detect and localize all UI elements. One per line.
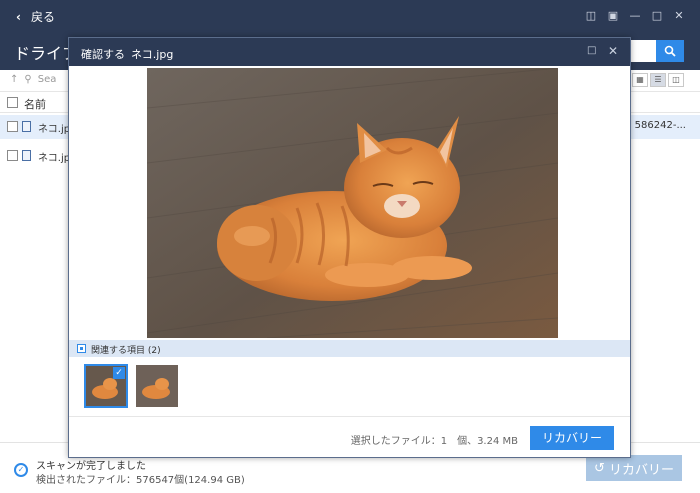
dialog-titlebar: 確認する ネコ.jpg □ ✕ xyxy=(69,38,630,66)
related-toggle-checkbox[interactable] xyxy=(77,344,86,353)
dialog-file-name: ネコ.jpg xyxy=(131,48,174,61)
cat-photo xyxy=(147,68,558,338)
image-file-icon xyxy=(22,150,31,161)
thumbnail-image xyxy=(136,365,178,407)
recover-button-disabled[interactable]: ↺ リカバリー xyxy=(586,455,682,481)
found-files-count: 検出されたファイル：576547個(124.94 GB) xyxy=(36,475,245,486)
preview-dialog: 確認する ネコ.jpg □ ✕ 関連する項目 (2) ✓ 選択したファイル：1 … xyxy=(68,37,631,458)
check-circle-icon: ✓ xyxy=(14,463,28,477)
search-icon xyxy=(664,45,676,57)
feedback-icon[interactable]: ◫ xyxy=(580,8,602,24)
window-controls: ◫ ▣ — □ ✕ xyxy=(580,8,690,24)
menu-icon[interactable]: ▣ xyxy=(602,8,624,24)
search-button[interactable] xyxy=(656,40,684,62)
dialog-title: 確認する xyxy=(81,48,125,61)
path-bar: ↑ ⚲ Sea xyxy=(10,74,56,85)
column-name-label[interactable]: 名前 xyxy=(24,96,46,112)
restore-icon: ↺ xyxy=(594,460,605,476)
scan-status: スキャンが完了しました xyxy=(36,461,146,472)
chevron-left-icon: ‹ xyxy=(16,9,21,24)
app-titlebar: ‹ 戻る ◫ ▣ — □ ✕ xyxy=(0,0,700,32)
file-info: 586242-... xyxy=(634,120,686,131)
selection-info: 選択したファイル：1 個、3.24 MB xyxy=(350,436,518,447)
up-arrow-icon[interactable]: ↑ xyxy=(10,74,18,85)
close-icon[interactable]: ✕ xyxy=(608,44,618,58)
back-label: 戻る xyxy=(30,10,55,24)
related-items-label: 関連する項目 (2) xyxy=(91,346,161,356)
thumbnail[interactable] xyxy=(136,365,178,407)
select-all-checkbox[interactable] xyxy=(7,97,18,108)
recover-label: リカバリー xyxy=(608,462,674,478)
grid-view-icon[interactable]: ▦ xyxy=(632,73,648,87)
row-checkbox[interactable] xyxy=(7,150,18,161)
image-file-icon xyxy=(22,121,31,132)
thumbnail-selected[interactable]: ✓ xyxy=(84,364,128,408)
image-preview xyxy=(147,68,558,338)
related-items-bar[interactable]: 関連する項目 (2) xyxy=(69,340,630,357)
back-button[interactable]: ‹ 戻る xyxy=(16,8,55,25)
recover-button[interactable]: リカバリー xyxy=(530,426,614,450)
checkmark-icon: ✓ xyxy=(113,367,125,379)
row-checkbox[interactable] xyxy=(7,121,18,132)
preview-view-icon[interactable]: ◫ xyxy=(668,73,684,87)
view-toggle: ▦ ☰ ◫ xyxy=(632,73,684,87)
maximize-button[interactable]: □ xyxy=(646,8,668,24)
minimize-button[interactable]: — xyxy=(624,8,646,24)
maximize-icon[interactable]: □ xyxy=(587,45,596,56)
close-button[interactable]: ✕ xyxy=(668,8,690,24)
search-small-icon: ⚲ xyxy=(24,74,32,85)
path-search-text[interactable]: Sea xyxy=(38,74,57,85)
list-view-icon[interactable]: ☰ xyxy=(650,73,666,87)
dialog-footer: 選択したファイル：1 個、3.24 MB リカバリー xyxy=(69,416,630,457)
